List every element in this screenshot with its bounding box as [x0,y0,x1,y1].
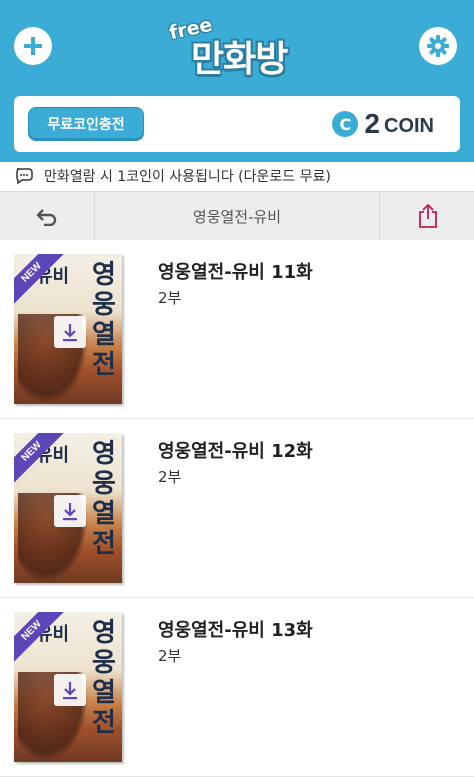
add-button[interactable] [14,27,52,65]
episode-cover: 유비 영웅열전 NEW [14,254,122,404]
share-icon [418,203,437,228]
share-button[interactable] [379,192,474,240]
episode-subtitle: 2부 [158,289,182,307]
undo-arrow-icon [36,209,57,226]
episode-cover: 유비 영웅열전 NEW [14,612,122,762]
gear-icon [427,35,449,57]
episode-list: 유비 영웅열전 NEW 영웅열전-유비 11화 2부 유비 영웅열전 NEW 영… [0,240,474,777]
series-title: 영웅열전-유비 [192,207,282,226]
back-button[interactable] [0,192,95,240]
coin-panel: 무료코인충전 C 2 COIN [14,96,460,152]
download-icon [63,503,77,521]
episode-title[interactable]: 영웅열전-유비 12화 [158,437,313,463]
download-button[interactable] [54,674,86,706]
coin-unit: COIN [384,114,434,137]
notice-bar: 만화열람 시 1코인이 사용됩니다 (다운로드 무료) [0,162,474,190]
app-logo: free 만화방 [163,12,313,82]
app-header: free 만화방 무료코인충전 C 2 COIN [0,0,474,162]
download-icon [63,324,77,342]
cover-big-title: 영웅열전 [92,618,116,738]
episode-title[interactable]: 영웅열전-유비 11화 [158,258,313,284]
free-coin-charge-button[interactable]: 무료코인충전 [28,107,144,141]
plus-circle-icon [24,37,42,55]
download-button[interactable] [54,316,86,348]
logo-title: 만화방 [191,39,288,80]
settings-button[interactable] [419,27,457,65]
notice-text: 만화열람 시 1코인이 사용됩니다 (다운로드 무료) [44,169,331,185]
cover-big-title: 영웅열전 [92,439,116,559]
coin-balance: C 2 COIN [332,108,434,139]
chat-bubble-icon [14,167,36,185]
episode-row[interactable]: 유비 영웅열전 NEW 영웅열전-유비 11화 2부 [0,240,474,419]
download-icon [63,682,77,700]
episode-subtitle: 2부 [158,647,182,665]
episode-title[interactable]: 영웅열전-유비 13화 [158,616,313,642]
episode-row[interactable]: 유비 영웅열전 NEW 영웅열전-유비 13화 2부 [0,598,474,777]
cover-big-title: 영웅열전 [92,260,116,380]
episode-row[interactable]: 유비 영웅열전 NEW 영웅열전-유비 12화 2부 [0,419,474,598]
title-toolbar: 영웅열전-유비 [0,191,474,241]
episode-cover: 유비 영웅열전 NEW [14,433,122,583]
coin-count: 2 [364,108,380,139]
coin-icon: C [332,111,359,137]
download-button[interactable] [54,495,86,527]
episode-subtitle: 2부 [158,468,182,486]
